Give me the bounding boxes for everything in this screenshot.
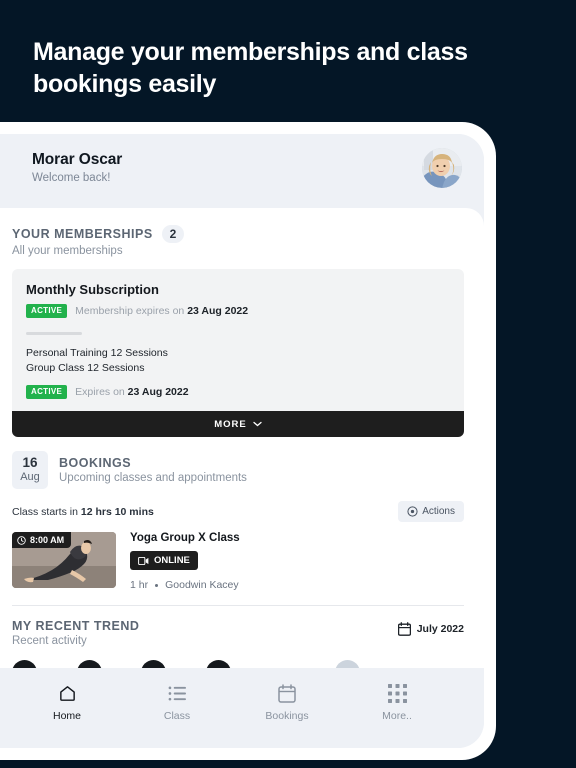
- trend-title: MY RECENT TREND: [12, 619, 140, 634]
- nav-item-bookings[interactable]: Bookings: [232, 682, 342, 722]
- trend-month-selector[interactable]: July 2022: [397, 619, 464, 637]
- video-camera-icon: [138, 556, 149, 565]
- calendar-icon: [397, 622, 411, 637]
- membership-expiry: Membership expires on 23 Aug 2022: [75, 305, 249, 317]
- nav-item-home[interactable]: Home: [12, 682, 122, 722]
- membership-status-row-2: ACTIVE Expires on 23 Aug 2022: [26, 385, 450, 400]
- membership-expiry-date-2: 23 Aug 2022: [127, 386, 189, 399]
- booking-date-month: Aug: [20, 471, 40, 484]
- gear-icon: [407, 506, 418, 518]
- bookings-subtitle: Upcoming classes and appointments: [59, 472, 247, 485]
- app-screen: Morar Oscar Welcome back! YOUR MEMBERSHI…: [0, 134, 484, 748]
- user-photo-avatar-icon: [422, 148, 462, 188]
- page-headline: Manage your memberships and class bookin…: [33, 38, 468, 98]
- status-badge: ACTIVE: [26, 304, 68, 318]
- class-mode-badge: ONLINE: [130, 551, 198, 571]
- memberships-title: YOUR MEMBERSHIPS: [12, 227, 153, 241]
- card-divider: [26, 332, 82, 335]
- membership-card[interactable]: Monthly Subscription ACTIVE Membership e…: [12, 269, 464, 412]
- chevron-down-icon: [253, 422, 262, 427]
- nav-label-class: Class: [163, 710, 191, 722]
- welcome-text: Welcome back!: [32, 172, 111, 184]
- class-duration: 1 hr: [130, 579, 149, 592]
- membership-session-line: Group Class 12 Sessions: [26, 362, 145, 375]
- class-details: Yoga Group X Class ONLINE 1 hr Goodwin K…: [130, 532, 240, 591]
- class-starts-text: Class starts in 12 hrs 10 mins: [12, 505, 154, 518]
- trend-section-header: MY RECENT TREND Recent activity July 202…: [12, 619, 464, 647]
- section-divider: [12, 605, 464, 607]
- memberships-count-badge: 2: [161, 225, 185, 243]
- trend-subtitle: Recent activity: [12, 635, 87, 648]
- list-icon: [122, 682, 232, 704]
- home-icon: [12, 682, 122, 704]
- class-booking-row[interactable]: 8:00 AM Yoga Group X Class ONLINE 1 hr G…: [12, 532, 464, 591]
- app-header: Morar Oscar Welcome back!: [0, 134, 484, 208]
- bookings-section-header: 16 Aug BOOKINGS Upcoming classes and app…: [12, 451, 464, 490]
- grid-icon: [342, 682, 452, 704]
- more-button-label: MORE: [214, 418, 247, 430]
- class-thumbnail[interactable]: 8:00 AM: [12, 532, 116, 589]
- class-meta: 1 hr Goodwin Kacey: [130, 579, 240, 591]
- nav-item-more[interactable]: More..: [342, 682, 452, 722]
- memberships-subtitle: All your memberships: [12, 245, 123, 257]
- nav-label-home: Home: [52, 710, 81, 722]
- class-starts-row: Class starts in 12 hrs 10 mins Actions: [12, 501, 464, 523]
- class-instructor: Goodwin Kacey: [165, 579, 239, 592]
- main-content-card: YOUR MEMBERSHIPS 2 All your memberships …: [0, 208, 484, 710]
- membership-expiry-2: Expires on 23 Aug 2022: [75, 386, 189, 399]
- bottom-navigation: Home Class Bookings More..: [0, 668, 484, 748]
- trend-month-label: July 2022: [416, 623, 464, 636]
- class-time: 8:00 AM: [30, 535, 65, 546]
- separator-dot-icon: [155, 583, 159, 587]
- avatar[interactable]: [422, 148, 462, 188]
- class-starts-countdown: 12 hrs 10 mins: [80, 505, 154, 518]
- class-time-badge: 8:00 AM: [12, 532, 72, 549]
- status-badge: ACTIVE: [26, 385, 68, 400]
- more-button[interactable]: MORE: [12, 411, 464, 438]
- nav-label-bookings: Bookings: [265, 710, 309, 722]
- booking-date-chip: 16 Aug: [12, 451, 48, 490]
- actions-button-label: Actions: [422, 506, 455, 518]
- membership-session-line: Personal Training 12 Sessions: [26, 347, 168, 359]
- nav-item-class[interactable]: Class: [122, 682, 232, 722]
- user-name: Morar Oscar: [32, 151, 123, 168]
- class-title: Yoga Group X Class: [130, 532, 240, 545]
- class-mode-label: ONLINE: [154, 555, 190, 567]
- membership-expiry-date: 23 Aug 2022: [187, 305, 249, 317]
- nav-label-more: More..: [382, 710, 412, 722]
- memberships-section-header: YOUR MEMBERSHIPS 2 All your memberships: [12, 208, 464, 257]
- membership-status-row: ACTIVE Membership expires on 23 Aug 2022: [26, 304, 450, 318]
- bookings-title: BOOKINGS: [59, 456, 132, 471]
- actions-button[interactable]: Actions: [398, 501, 464, 523]
- clock-icon: [17, 536, 26, 545]
- booking-date-day: 16: [22, 455, 38, 471]
- membership-title: Monthly Subscription: [26, 282, 159, 297]
- calendar-icon: [232, 682, 342, 704]
